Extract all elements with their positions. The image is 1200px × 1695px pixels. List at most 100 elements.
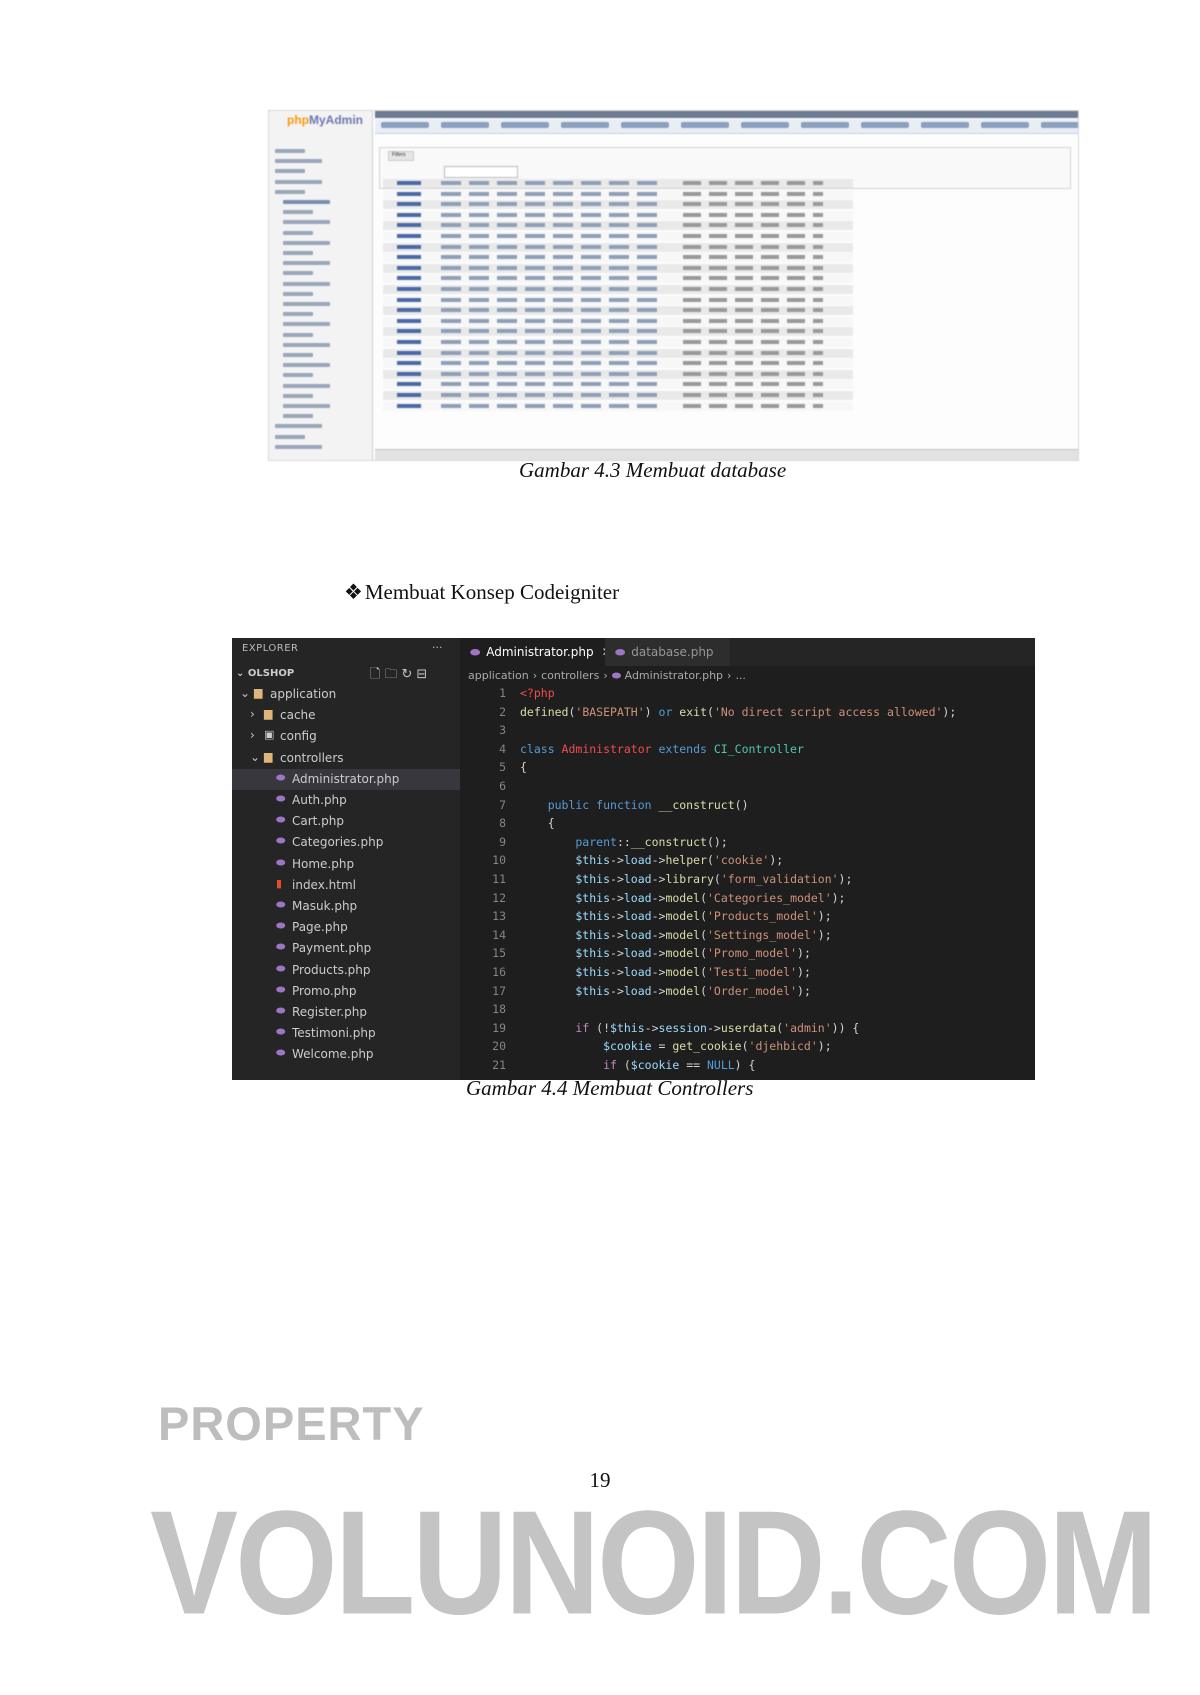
code-line: 10 $this->load->helper('cookie'); xyxy=(460,853,1035,871)
code-text: { xyxy=(520,760,527,775)
sidebar-database-item xyxy=(283,240,330,245)
code-text: $this->load->model('Promo_model'); xyxy=(520,946,811,961)
server-breadcrumb-bar xyxy=(375,111,1078,118)
tree-item-label: controllers xyxy=(280,750,344,765)
tree-item-label: Testimoni.php xyxy=(292,1026,376,1041)
code-line: 16 $this->load->model('Testi_model'); xyxy=(460,965,1035,983)
sidebar-database-item xyxy=(283,271,313,276)
chevron-right-icon: › xyxy=(250,707,255,722)
code-line: 12 $this->load->model('Categories_model'… xyxy=(460,891,1035,909)
php-file-icon: ⬬ xyxy=(276,1046,286,1060)
config-file-icon: ▣ xyxy=(264,728,275,742)
sidebar-database-item xyxy=(283,302,330,306)
tree-item-label: application xyxy=(270,687,337,701)
php-file-icon: ⬬ xyxy=(615,645,626,659)
project-name: ⌄ OLSHOP xyxy=(236,668,295,679)
editor-tabbar: ⬬Administrator.php✕ ⬬database.php xyxy=(460,638,1035,666)
tree-item-label: cache xyxy=(280,708,316,723)
line-number: 14 xyxy=(492,927,506,942)
tree-item-label: Home.php xyxy=(292,856,355,871)
filter-input xyxy=(444,166,518,178)
section-heading: ❖Membuat Konsep Codeigniter xyxy=(344,580,619,605)
line-number: 13 xyxy=(492,909,506,924)
code-text: $this->load->model('Settings_model'); xyxy=(520,927,832,942)
php-file-icon: ⬬ xyxy=(276,1004,286,1017)
sidebar-database-item xyxy=(283,230,313,235)
code-text: $this->load->model('Products_model'); xyxy=(520,909,832,924)
code-line: 6 xyxy=(460,779,1035,797)
line-number: 1 xyxy=(499,686,506,700)
tree-item-label: Administrator.php xyxy=(292,771,400,786)
code-line: 21 if ($cookie == NULL) { xyxy=(460,1058,1035,1076)
sidebar-database-item xyxy=(283,312,313,317)
database-table-row xyxy=(383,210,853,220)
database-table-row xyxy=(383,242,853,252)
sidebar-database-item xyxy=(283,291,313,296)
tab-database: ⬬ database.php xyxy=(605,638,730,666)
code-line: 4 class Administrator extends CI_Controll… xyxy=(460,742,1035,760)
more-actions-icon: ··· xyxy=(432,641,443,654)
pma-tab xyxy=(981,122,1029,128)
phpmyadmin-logo: phpMyAdmin xyxy=(287,113,363,127)
php-file-icon: ⬬ xyxy=(470,645,481,659)
line-number: 11 xyxy=(492,872,506,886)
code-line: 2 defined('BASEPATH') or exit('No direct … xyxy=(460,705,1035,723)
php-file-icon: ⬬ xyxy=(276,898,286,911)
php-file-icon: ⬬ xyxy=(276,855,286,869)
database-table-row xyxy=(383,253,853,263)
sidebar-database-item xyxy=(283,414,313,419)
line-number: 21 xyxy=(492,1058,506,1072)
phpmyadmin-screenshot: phpMyAdmin Filters xyxy=(268,110,1079,461)
tree-item-label: Promo.php xyxy=(292,983,357,998)
code-text: parent::__construct(); xyxy=(520,834,728,849)
sidebar-database-item xyxy=(283,363,330,368)
line-number: 2 xyxy=(499,704,506,719)
database-table-row xyxy=(383,232,853,241)
code-line: 15 $this->load->model('Promo_model'); xyxy=(460,946,1035,964)
pma-tab xyxy=(741,122,789,128)
sidebar-database-item xyxy=(283,373,313,378)
tree-item: ⬬ Home.php xyxy=(232,854,460,875)
tree-item-label: Page.php xyxy=(292,920,348,935)
tree-item-label: Products.php xyxy=(292,962,371,977)
phpmyadmin-main: Filters xyxy=(375,111,1078,460)
database-sidebar: phpMyAdmin xyxy=(269,111,373,460)
pma-tab xyxy=(1041,122,1078,128)
structure-tabs xyxy=(375,119,1078,134)
database-table-row xyxy=(383,189,853,199)
database-table-row xyxy=(383,359,853,369)
database-table-row xyxy=(383,285,853,294)
tree-item: ⬬ Page.php xyxy=(232,917,460,938)
folder-file-icon: ▆ xyxy=(264,707,273,721)
sidebar-database-item xyxy=(275,169,305,174)
sidebar-database-item xyxy=(283,220,330,225)
line-number: 5 xyxy=(499,760,506,775)
folder-file-icon: ▆ xyxy=(264,749,273,763)
tree-item-label: Register.php xyxy=(292,1005,367,1019)
php-file-icon: ⬬ xyxy=(276,834,286,848)
code-line: 9 parent::__construct(); xyxy=(460,835,1035,853)
php-file-icon: ⬬ xyxy=(276,940,286,954)
tab-administrator: ⬬Administrator.php✕ xyxy=(460,638,612,666)
sidebar-database-item xyxy=(275,189,305,194)
line-number: 17 xyxy=(492,983,506,998)
section-heading-text: Membuat Konsep Codeigniter xyxy=(364,580,620,604)
code-text: public function __construct() xyxy=(520,797,749,812)
tree-item: ⌄ ▆ application xyxy=(232,684,460,705)
sidebar-database-item xyxy=(275,159,322,164)
database-table-row xyxy=(383,179,853,188)
code-line: 18 xyxy=(460,1002,1035,1020)
explorer-title: EXPLORER xyxy=(242,643,299,654)
sidebar-database-item xyxy=(283,383,330,388)
vscode-screenshot: EXPLORER ··· ⌄ OLSHOP 🗋🗀↻⊟ ⌄ ▆ application… xyxy=(232,638,1035,1080)
tree-item-label: Welcome.php xyxy=(292,1047,374,1062)
code-line: 19 if (!$this->session->userdata('admin'… xyxy=(460,1021,1035,1039)
pma-tab xyxy=(501,122,549,128)
line-number: 6 xyxy=(499,779,506,793)
editor-area: ⬬Administrator.php✕ ⬬database.php applic… xyxy=(460,638,1035,1080)
pma-tab xyxy=(861,122,909,128)
database-table-row xyxy=(383,316,853,326)
php-file-icon: ⬬ xyxy=(276,813,286,827)
tree-item: ⬬ Testimoni.php xyxy=(232,1023,460,1044)
database-table-row xyxy=(383,200,853,210)
